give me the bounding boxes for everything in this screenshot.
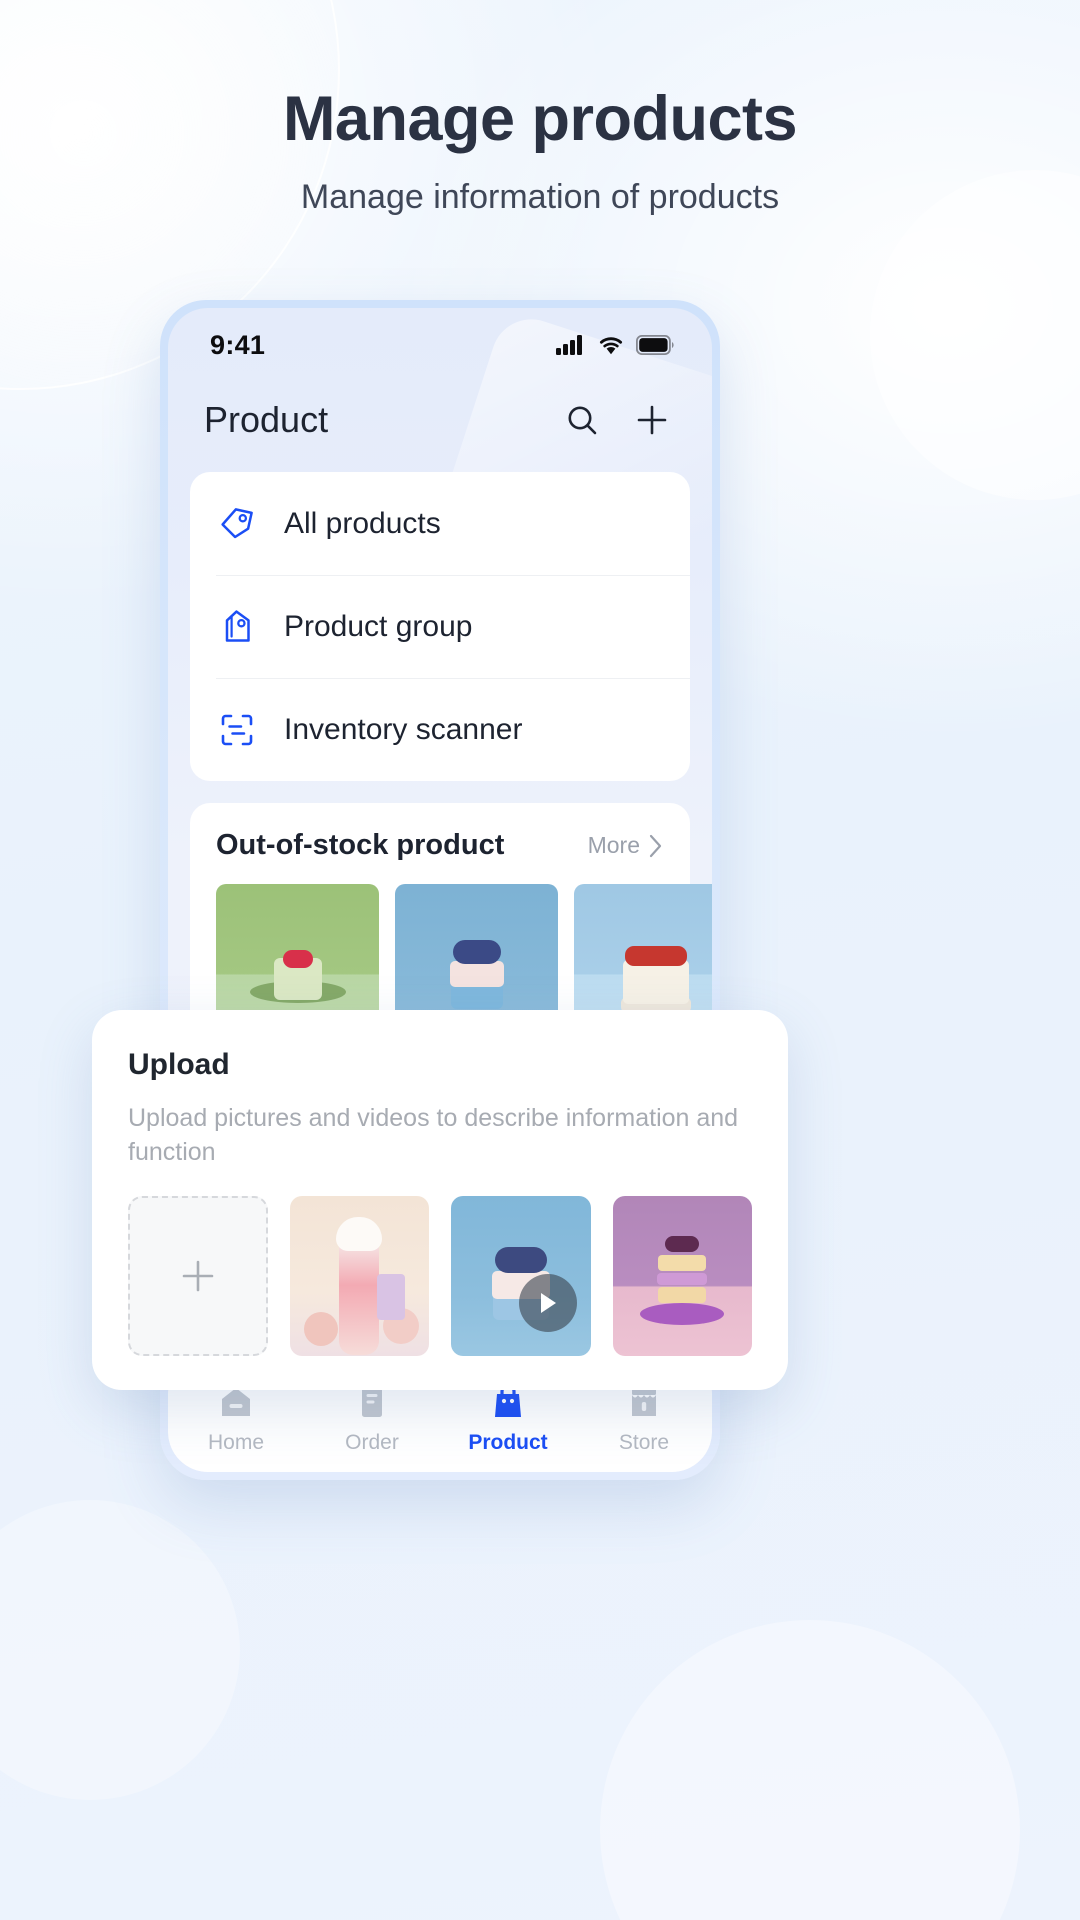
tab-label: Order	[345, 1431, 399, 1454]
app-bar-title: Product	[204, 399, 329, 440]
tab-label: Product	[468, 1431, 548, 1454]
wifi-icon	[599, 337, 623, 355]
price-tag-icon	[216, 606, 258, 648]
upload-description: Upload pictures and videos to describe i…	[128, 1104, 739, 1166]
battery-icon	[636, 335, 674, 355]
upload-modal: Upload Upload pictures and videos to des…	[92, 1010, 788, 1390]
plus-icon	[637, 405, 667, 435]
menu-item-inventory-scanner[interactable]: Inventory scanner	[190, 678, 690, 781]
more-link[interactable]: More	[588, 832, 664, 859]
menu-item-product-group[interactable]: Product group	[190, 575, 690, 678]
tab-product[interactable]: Product	[440, 1382, 576, 1455]
chevron-right-icon	[649, 834, 662, 857]
menu-item-label: Product group	[284, 609, 473, 643]
page-subtitle: Manage information of products	[300, 178, 780, 217]
scan-icon	[216, 709, 258, 751]
section-title: Out-of-stock product	[216, 829, 505, 861]
more-label: More	[587, 832, 640, 858]
section-header: Out-of-stock product More	[190, 829, 690, 862]
upload-media-grid	[128, 1195, 753, 1356]
app-bar-actions	[560, 398, 674, 442]
page-header: Manage products Manage information of pr…	[0, 86, 1080, 217]
upload-media-item-video[interactable]	[451, 1195, 591, 1356]
menu-item-label: All products	[284, 506, 441, 540]
page-title: Manage products	[282, 84, 798, 154]
tab-label: Home	[207, 1431, 265, 1454]
add-media-button[interactable]	[128, 1195, 268, 1356]
menu-card: All products Product group Inventory sca…	[190, 472, 690, 781]
tab-label: Store	[618, 1431, 670, 1454]
tab-home[interactable]: Home	[168, 1382, 304, 1455]
app-bar: Product	[168, 382, 712, 454]
signal-icon	[556, 335, 582, 355]
menu-item-all-products[interactable]: All products	[190, 472, 690, 575]
add-product-button[interactable]	[630, 398, 674, 442]
tab-store[interactable]: Store	[576, 1382, 712, 1455]
play-icon	[540, 1292, 556, 1313]
search-button[interactable]	[560, 398, 604, 442]
status-bar: 9:41	[168, 308, 712, 382]
search-icon	[568, 406, 597, 435]
upload-title: Upload	[128, 1048, 230, 1081]
tag-icon	[216, 503, 258, 545]
tab-order[interactable]: Order	[304, 1382, 440, 1455]
upload-media-item[interactable]	[289, 1195, 430, 1356]
status-time: 9:41	[210, 329, 266, 360]
menu-item-label: Inventory scanner	[284, 712, 523, 746]
plus-icon	[182, 1260, 214, 1291]
upload-media-item[interactable]	[612, 1195, 753, 1356]
status-icons	[556, 335, 674, 355]
play-button[interactable]	[518, 1273, 577, 1332]
